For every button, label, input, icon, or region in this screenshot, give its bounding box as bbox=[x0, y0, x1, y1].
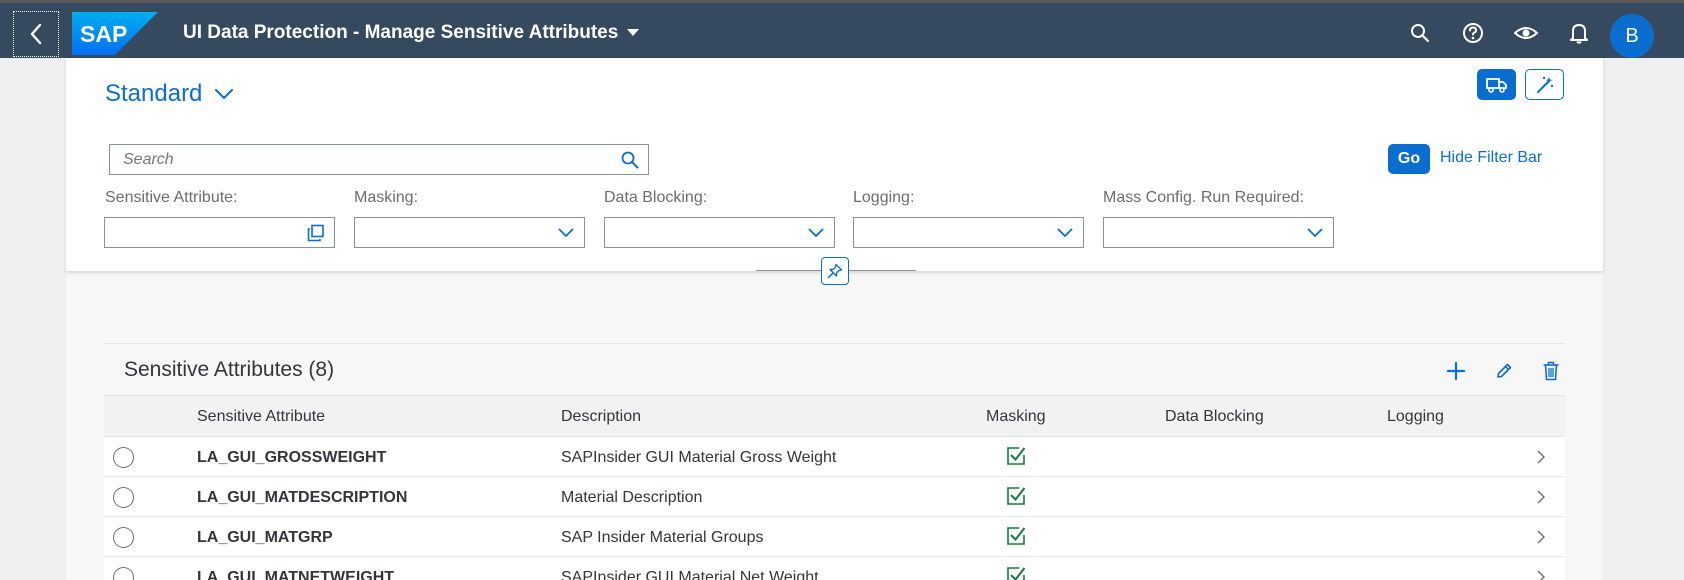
row-attribute: LA_GUI_GROSSWEIGHT bbox=[197, 449, 387, 466]
table-toolbar: Sensitive Attributes (8) bbox=[104, 344, 1565, 396]
search-icon bbox=[1411, 24, 1430, 43]
bell-icon bbox=[1570, 24, 1588, 44]
masking-dropdown-arrow[interactable] bbox=[548, 218, 584, 247]
pin-icon bbox=[827, 263, 843, 279]
row-select-radio[interactable] bbox=[113, 567, 134, 580]
variant-name: Standard bbox=[105, 80, 203, 107]
chevron-down-icon bbox=[558, 228, 574, 237]
masking-checked-icon bbox=[1007, 527, 1026, 545]
chevron-down-icon bbox=[215, 89, 234, 99]
edit-icon bbox=[1497, 363, 1512, 378]
adapt-ui-button[interactable] bbox=[1525, 69, 1564, 100]
table-row[interactable]: LA_GUI_GROSSWEIGHT SAPInsider GUI Materi… bbox=[104, 437, 1565, 477]
table-title: Sensitive Attributes (8) bbox=[124, 358, 335, 381]
filter-label-logging: Logging: bbox=[853, 189, 915, 206]
back-icon bbox=[30, 23, 42, 45]
filter-label-data-blocking: Data Blocking: bbox=[604, 189, 708, 206]
preview-button[interactable] bbox=[1513, 20, 1539, 46]
row-description: SAPInsider GUI Material Net Weight bbox=[561, 569, 819, 580]
filter-label-mass-config: Mass Config. Run Required: bbox=[1103, 189, 1304, 206]
hide-filter-bar-button[interactable]: Hide Filter Bar bbox=[1440, 149, 1542, 167]
truck-icon bbox=[1485, 77, 1507, 93]
help-button[interactable] bbox=[1460, 20, 1486, 46]
row-attribute: LA_GUI_MATDESCRIPTION bbox=[197, 489, 408, 506]
logging-select[interactable] bbox=[853, 217, 1084, 248]
svg-text:SAP: SAP bbox=[80, 21, 127, 47]
sensitive-attribute-field[interactable] bbox=[104, 217, 335, 248]
sap-logo[interactable]: SAP bbox=[72, 12, 158, 55]
masking-checked-icon bbox=[1007, 487, 1026, 505]
eye-icon bbox=[1514, 27, 1538, 39]
column-header-data-blocking[interactable]: Data Blocking bbox=[1165, 408, 1264, 426]
notifications-button[interactable] bbox=[1566, 20, 1592, 46]
value-help-icon bbox=[307, 224, 324, 241]
column-header-masking[interactable]: Masking bbox=[986, 408, 1046, 426]
variant-selector[interactable]: Standard bbox=[105, 80, 234, 108]
shell-bar: SAP UI Data Protection - Manage Sensitiv… bbox=[0, 0, 1684, 58]
row-description: SAPInsider GUI Material Gross Weight bbox=[561, 449, 837, 466]
chevron-down-icon bbox=[1057, 228, 1073, 237]
help-icon bbox=[1463, 23, 1483, 43]
delete-button[interactable] bbox=[1536, 356, 1566, 386]
column-header-description[interactable]: Description bbox=[561, 408, 641, 426]
trash-icon bbox=[1543, 361, 1559, 381]
table-row[interactable]: LA_GUI_MATNETWEIGHT SAPInsider GUI Mater… bbox=[104, 557, 1565, 580]
search-icon bbox=[621, 151, 639, 168]
add-icon bbox=[1446, 361, 1466, 381]
row-attribute: LA_GUI_MATNETWEIGHT bbox=[197, 569, 395, 580]
add-button[interactable] bbox=[1441, 356, 1471, 386]
row-description: SAP Insider Material Groups bbox=[561, 529, 764, 546]
transport-button[interactable] bbox=[1477, 69, 1516, 100]
search-button[interactable] bbox=[1407, 20, 1433, 46]
chevron-down-icon bbox=[808, 228, 824, 237]
row-select-radio[interactable] bbox=[113, 487, 134, 508]
chevron-down-icon bbox=[1307, 228, 1323, 237]
magic-wand-icon bbox=[1536, 76, 1553, 93]
row-select-radio[interactable] bbox=[113, 447, 134, 468]
page: Standard Search Go Hide Filter Bar Sensi… bbox=[66, 58, 1603, 580]
row-description: Material Description bbox=[561, 489, 703, 506]
masking-select[interactable] bbox=[354, 217, 585, 248]
app-title-menu[interactable]: UI Data Protection - Manage Sensitive At… bbox=[183, 22, 640, 44]
logging-dropdown-arrow[interactable] bbox=[1047, 218, 1083, 247]
user-avatar[interactable]: B bbox=[1610, 14, 1654, 58]
navigation-chevron-icon[interactable] bbox=[1534, 489, 1548, 505]
column-header-sensitive-attribute[interactable]: Sensitive Attribute bbox=[197, 408, 325, 426]
navigation-chevron-icon[interactable] bbox=[1534, 529, 1548, 545]
filter-header: Standard Search Go Hide Filter Bar Sensi… bbox=[66, 58, 1603, 271]
table-column-header: Sensitive Attribute Description Masking … bbox=[104, 396, 1565, 437]
data-blocking-select[interactable] bbox=[604, 217, 835, 248]
filter-label-masking: Masking: bbox=[354, 189, 419, 206]
search-input[interactable]: Search bbox=[123, 151, 612, 169]
row-attribute: LA_GUI_MATGRP bbox=[197, 529, 333, 546]
navigation-chevron-icon[interactable] bbox=[1534, 449, 1548, 465]
value-help-button[interactable] bbox=[298, 218, 334, 247]
pin-header-button[interactable] bbox=[821, 257, 849, 285]
filter-label-sensitive-attribute: Sensitive Attribute: bbox=[105, 189, 238, 206]
table-row[interactable]: LA_GUI_MATDESCRIPTION Material Descripti… bbox=[104, 477, 1565, 517]
go-button[interactable]: Go bbox=[1388, 144, 1430, 174]
caret-down-icon bbox=[627, 29, 640, 36]
column-header-logging[interactable]: Logging bbox=[1387, 408, 1444, 426]
app-title: UI Data Protection - Manage Sensitive At… bbox=[183, 22, 619, 43]
edit-button[interactable] bbox=[1489, 356, 1519, 386]
search-submit-button[interactable] bbox=[612, 145, 648, 174]
table-row[interactable]: LA_GUI_MATGRP SAP Insider Material Group… bbox=[104, 517, 1565, 557]
data-blocking-dropdown-arrow[interactable] bbox=[798, 218, 834, 247]
search-field[interactable]: Search bbox=[109, 144, 649, 175]
mass-config-select[interactable] bbox=[1103, 217, 1334, 248]
sensitive-attributes-table: Sensitive Attributes (8) Sensitive Attri… bbox=[104, 343, 1565, 580]
row-select-radio[interactable] bbox=[113, 527, 134, 548]
mass-config-dropdown-arrow[interactable] bbox=[1297, 218, 1333, 247]
masking-checked-icon bbox=[1007, 447, 1026, 465]
navigation-chevron-icon[interactable] bbox=[1534, 569, 1548, 580]
back-button[interactable] bbox=[13, 11, 59, 57]
masking-checked-icon bbox=[1007, 567, 1026, 580]
